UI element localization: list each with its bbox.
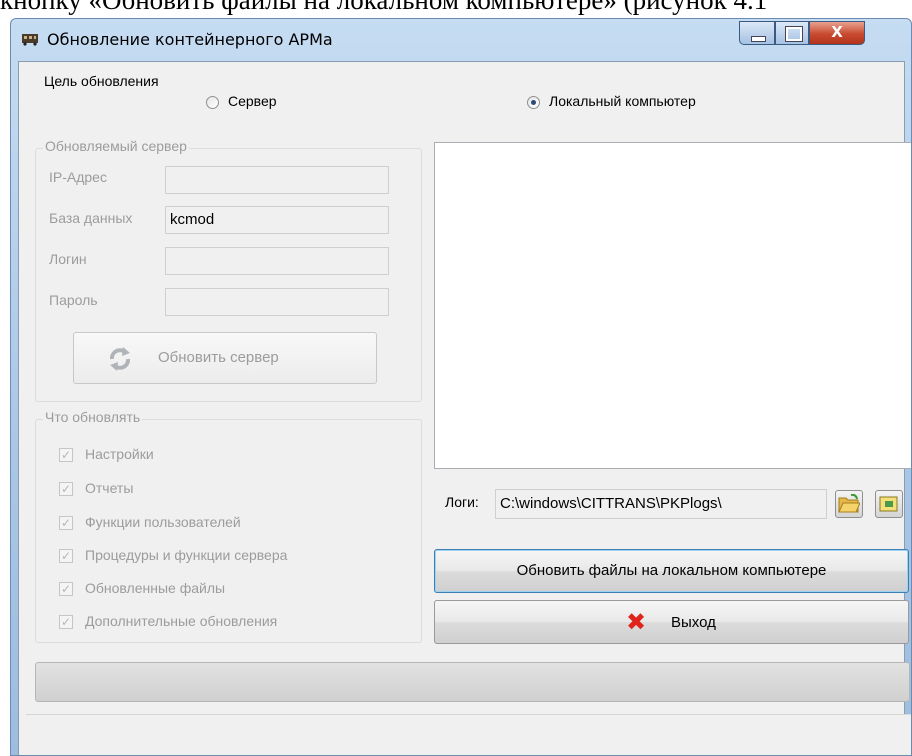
minimize-button[interactable] [739,21,775,45]
client-area: Цель обновления Сервер Локальный компьют… [18,61,911,755]
radio-server-label[interactable]: Сервер [228,93,277,109]
logs-label: Логи: [445,494,479,510]
minimize-icon [751,36,766,42]
close-icon: X [831,23,843,41]
server-group-title: Обновляемый сервер [43,138,189,154]
radio-server[interactable] [206,96,219,109]
window-title: Обновление контейнерного АРМа [47,30,333,49]
title-bar[interactable]: Обновление контейнерного АРМа X [11,19,911,61]
database-label: База данных [49,210,133,226]
checkbox-reports[interactable]: ✓ [59,482,73,496]
update-server-button[interactable]: Обновить сервер [73,332,377,384]
checkbox-server-procedures[interactable]: ✓ [59,549,73,563]
password-field[interactable] [165,288,389,316]
checkbox-updated-files-label[interactable]: Обновленные файлы [85,580,225,596]
log-output-list[interactable] [434,142,911,469]
document-caption: кнопку «Обновить файлы на локальном комп… [0,0,768,15]
ip-field[interactable] [165,166,389,194]
checkbox-settings[interactable]: ✓ [59,448,73,462]
checkbox-user-functions[interactable]: ✓ [59,516,73,530]
database-field[interactable]: kcmod [165,206,389,234]
status-bar [26,714,911,755]
browse-folder-button[interactable] [835,490,863,518]
log-view-icon [879,496,898,512]
maximize-button[interactable] [775,21,809,45]
ip-label: IP-Адрес [49,169,107,185]
checkbox-updated-files[interactable]: ✓ [59,582,73,596]
app-icon [22,34,38,46]
radio-local-label[interactable]: Локальный компьютер [549,93,696,109]
checkbox-user-functions-label[interactable]: Функции пользователей [85,514,241,530]
password-label: Пароль [49,292,98,308]
checkbox-settings-label[interactable]: Настройки [85,446,154,462]
exit-x-icon: ✖ [626,608,647,636]
view-logs-button[interactable] [875,490,903,518]
update-local-button[interactable]: Обновить файлы на локальном компьютере [434,549,909,593]
checkbox-additional-updates-label[interactable]: Дополнительные обновления [85,613,277,629]
logs-path-field[interactable]: C:\windows\CITTRANS\PKPlogs\ [495,489,827,519]
maximize-icon [785,26,803,42]
update-server-label: Обновить сервер [158,349,279,366]
target-label: Цель обновления [44,73,159,89]
progress-bar [35,662,910,702]
checkbox-additional-updates[interactable]: ✓ [59,615,73,629]
refresh-icon [110,347,130,371]
exit-button[interactable]: ✖ Выход [434,600,909,644]
app-window: Обновление контейнерного АРМа X Цель обн… [10,18,912,756]
login-field[interactable] [165,247,389,275]
checkbox-reports-label[interactable]: Отчеты [85,480,133,496]
what-group-title: Что обновлять [43,409,143,425]
login-label: Логин [49,251,87,267]
update-local-label: Обновить файлы на локальном компьютере [516,562,827,579]
radio-local[interactable] [527,96,540,109]
close-button[interactable]: X [809,21,865,45]
folder-open-icon [838,494,860,513]
exit-label: Выход [671,614,716,631]
checkbox-server-procedures-label[interactable]: Процедуры и функции сервера [85,547,287,563]
